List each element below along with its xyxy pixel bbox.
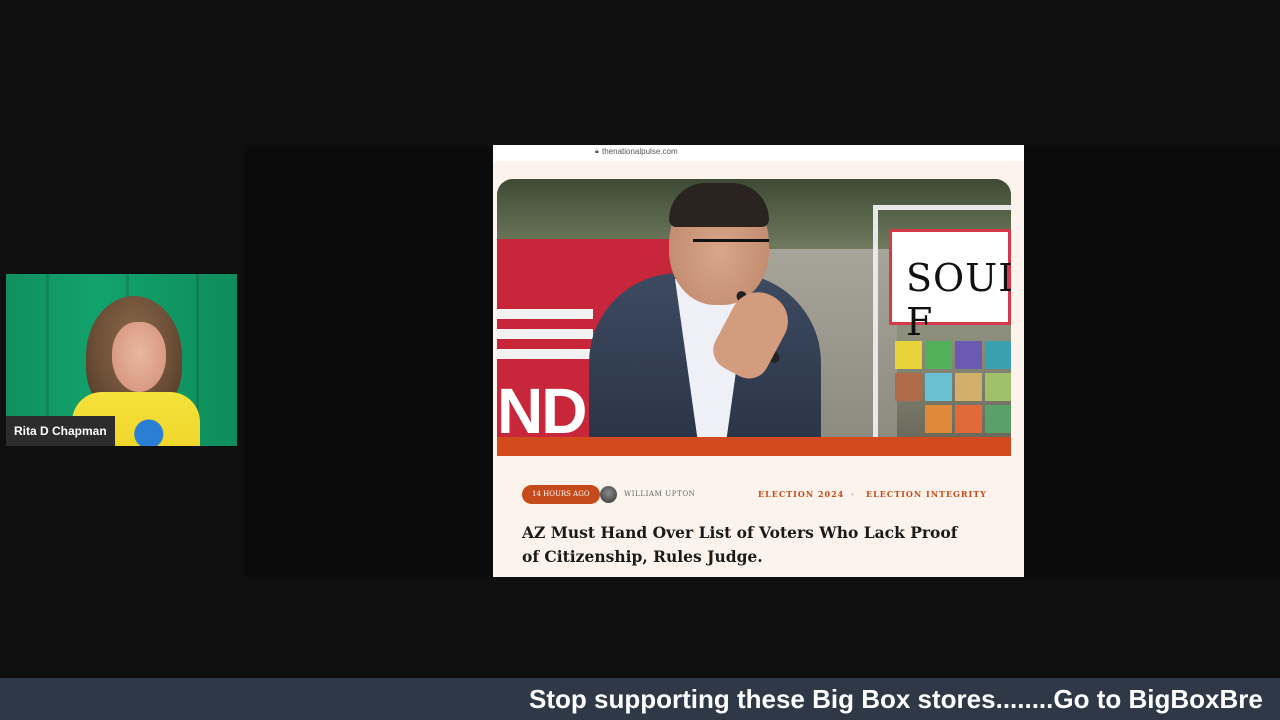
hero-sign: SOUL F [889, 229, 1011, 344]
art-tile [925, 341, 952, 369]
art-tile [955, 405, 982, 433]
hero-accent-bar [497, 437, 1011, 456]
time-ago-badge: 14 HOURS AGO [522, 485, 600, 504]
speaker-hair [669, 183, 769, 227]
art-tile [895, 341, 922, 369]
banner-stripe [497, 329, 593, 339]
art-tile [985, 405, 1011, 433]
banner-stripe [497, 349, 593, 359]
tag-election-2024[interactable]: ELECTION 2024 [758, 485, 844, 504]
browser-url-bar[interactable]: 🔒︎ thenationalpulse.com [493, 145, 1024, 161]
author-avatar[interactable] [600, 486, 617, 503]
art-tile [955, 373, 982, 401]
art-tile [985, 373, 1011, 401]
news-ticker: Stop supporting these Big Box stores....… [0, 678, 1280, 720]
lock-icon: 🔒︎ [595, 148, 599, 155]
speaker-glasses [693, 239, 769, 262]
art-tile [925, 373, 952, 401]
hero-banner-text: ND [497, 375, 587, 437]
art-tile [955, 341, 982, 369]
art-tile [895, 373, 922, 401]
presenter-name-tag: Rita D Chapman [6, 416, 115, 446]
tag-separator: • [851, 490, 854, 499]
art-tile [925, 405, 952, 433]
art-tile [985, 341, 1011, 369]
banner-stripe [497, 309, 593, 319]
hero-art-tiles [895, 341, 1011, 437]
presenter-video-tile[interactable]: Rita D Chapman [6, 274, 237, 446]
author-name[interactable]: WILLIAM UPTON [624, 485, 695, 504]
ticker-text: Stop supporting these Big Box stores....… [529, 684, 1263, 714]
hero-sign-text: SOUL F [906, 256, 1011, 344]
shared-browser-window: 🔒︎ thenationalpulse.com ND SOUL F [493, 145, 1024, 577]
stream-stage: Rita D Chapman 🔒︎ thenationalpulse.com N… [0, 0, 1280, 720]
browser-url: thenationalpulse.com [602, 147, 678, 156]
article-headline[interactable]: AZ Must Hand Over List of Voters Who Lac… [522, 521, 962, 569]
article-hero-image: ND SOUL F [497, 179, 1011, 437]
tag-election-integrity[interactable]: ELECTION INTEGRITY [866, 485, 987, 504]
article-meta-row: 14 HOURS AGO WILLIAM UPTON ELECTION 2024… [522, 485, 992, 505]
presenter-face [112, 322, 166, 392]
